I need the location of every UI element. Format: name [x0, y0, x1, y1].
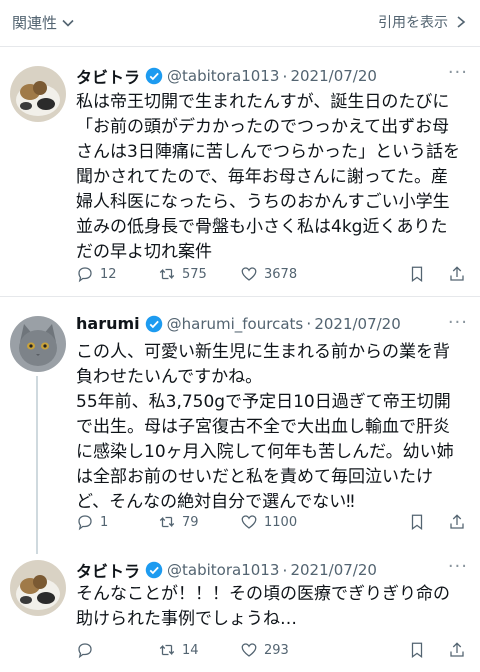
action-bar: 14 293: [76, 638, 466, 662]
text-line: 助けられた事例でしょうね…: [76, 609, 297, 629]
like-icon: [241, 515, 257, 529]
like-icon: [241, 643, 257, 657]
action-bar: 12 575 3678: [76, 262, 466, 286]
avatar[interactable]: [10, 560, 66, 616]
reply-button[interactable]: [76, 641, 158, 659]
tweet[interactable]: タビトラ @tabitora1013 · 2021/07/20 ··· そんなこ…: [0, 546, 480, 672]
user-handle[interactable]: @tabitora1013: [167, 67, 279, 85]
tweet-text: 私は帝王切開で生まれたんすが、誕生日のたびに 「お前の頭がデカかったのでつっかえ…: [76, 90, 466, 265]
separator-dot: ·: [282, 560, 288, 580]
avatar[interactable]: [10, 66, 66, 122]
like-icon: [241, 267, 257, 281]
bookmark-icon: [411, 642, 423, 659]
bookmark-icon: [411, 266, 423, 283]
tweet-header: タビトラ @tabitora1013 · 2021/07/20: [76, 558, 470, 582]
reply-button[interactable]: 1: [76, 513, 158, 531]
retweet-count: 79: [182, 514, 199, 530]
tweet-date[interactable]: 2021/07/20: [290, 67, 376, 85]
user-handle[interactable]: @tabitora1013: [167, 561, 279, 579]
bookmark-button[interactable]: [408, 513, 448, 531]
more-icon[interactable]: ···: [448, 556, 468, 577]
tweet-text: そんなことが！！！その頃の医療でぎりぎり命の 助けられた事例でしょうね…: [76, 582, 466, 632]
reply-icon: [78, 267, 92, 283]
related-label: 関連性: [12, 14, 58, 32]
thread-line: [36, 376, 38, 554]
retweet-count: 14: [182, 642, 199, 658]
share-icon: [450, 266, 464, 281]
text-line: に感染し10ヶ月入院して何年も苦しんだ。幼い姉: [76, 442, 454, 462]
share-icon: [450, 514, 464, 529]
view-quotes-link[interactable]: 引用を表示: [378, 12, 466, 32]
text-line: 負わせたいんですかね。: [76, 367, 263, 387]
share-button[interactable]: [448, 513, 466, 531]
separator-dot: ·: [282, 66, 288, 86]
share-icon: [450, 642, 464, 657]
tweet[interactable]: タビトラ @tabitora1013 · 2021/07/20 ··· 私は帝王…: [0, 46, 480, 296]
text-line: さんは3日陣痛に苦しんでつらかった」という話を: [76, 142, 460, 162]
user-handle[interactable]: @harumi_fourcats: [167, 315, 304, 333]
bookmark-button[interactable]: [408, 265, 448, 283]
text-line: 55年前、私3,750gで予定日10日過ぎて帝王切開: [76, 392, 451, 412]
share-button[interactable]: [448, 641, 466, 659]
display-name[interactable]: harumi: [76, 314, 140, 333]
tweet-text: この人、可愛い新生児に生まれる前からの業を背 負わせたいんですかね。 55年前、…: [76, 340, 466, 515]
tweet[interactable]: harumi @harumi_fourcats · 2021/07/20 ···…: [0, 296, 480, 554]
display-name[interactable]: タビトラ: [76, 558, 140, 582]
like-count: 3678: [264, 266, 298, 282]
text-line: 婦人科医になったら、うちのおかんすごい小学生: [76, 192, 450, 212]
text-line: この人、可愛い新生児に生まれる前からの業を背: [76, 342, 450, 362]
text-line: 「お前の頭がデカかったのでつっかえて出ずお母: [76, 117, 450, 137]
separator-dot: ·: [306, 314, 312, 333]
reply-icon: [78, 643, 92, 659]
text-line: は全部お前のせいだと私を責めて毎回泣いたけ: [76, 467, 433, 487]
text-line: そんなことが！！！その頃の医療でぎりぎり命の: [76, 584, 450, 604]
gray-cat-avatar-image: [10, 316, 66, 372]
retweet-button[interactable]: 79: [158, 513, 240, 531]
retweet-count: 575: [182, 266, 207, 282]
reply-count: 1: [100, 514, 109, 530]
action-bar: 1 79 1100: [76, 510, 466, 534]
verified-badge-icon: [145, 315, 162, 332]
bookmark-button[interactable]: [408, 641, 448, 659]
avatar[interactable]: [10, 316, 66, 372]
top-bar: 関連性 引用を表示: [0, 0, 480, 46]
retweet-icon: [159, 644, 175, 656]
reply-button[interactable]: 12: [76, 265, 158, 283]
retweet-button[interactable]: 575: [158, 265, 240, 283]
verified-badge-icon: [145, 561, 163, 579]
verified-badge-icon: [145, 67, 163, 85]
retweet-icon: [159, 268, 175, 280]
cat-avatar-image: [10, 66, 66, 122]
bookmark-icon: [411, 514, 423, 531]
tweet-header: harumi @harumi_fourcats · 2021/07/20: [76, 314, 470, 333]
like-count: 293: [264, 642, 289, 658]
like-button[interactable]: 1100: [240, 513, 408, 531]
like-button[interactable]: 293: [240, 641, 408, 659]
reply-icon: [78, 515, 92, 531]
quote-label: 引用を表示: [378, 15, 448, 31]
like-button[interactable]: 3678: [240, 265, 408, 283]
more-icon[interactable]: ···: [448, 62, 468, 83]
chevron-right-icon: [457, 16, 466, 28]
text-line: 聞かされてたので、毎年お母さんに謝ってた。産: [76, 167, 448, 187]
text-line: 並みの低身長で骨盤も小さく私は4kg近くありた: [76, 217, 448, 237]
related-sort-dropdown[interactable]: 関連性: [12, 12, 75, 33]
reply-count: 12: [100, 266, 117, 282]
share-button[interactable]: [448, 265, 466, 283]
retweet-icon: [159, 516, 175, 528]
cat-avatar-image: [10, 560, 66, 616]
text-line: で出生。母は子宮復古不全で大出血し輸血で肝炎: [76, 417, 450, 437]
tweet-date[interactable]: 2021/07/20: [314, 315, 400, 333]
like-count: 1100: [264, 514, 298, 530]
chevron-down-icon: [62, 19, 74, 27]
tweet-header: タビトラ @tabitora1013 · 2021/07/20: [76, 64, 470, 88]
more-icon[interactable]: ···: [448, 312, 468, 333]
text-line: 私は帝王切開で生まれたんすが、誕生日のたびに: [76, 92, 450, 112]
retweet-button[interactable]: 14: [158, 641, 240, 659]
tweet-date[interactable]: 2021/07/20: [290, 561, 376, 579]
display-name[interactable]: タビトラ: [76, 64, 140, 88]
